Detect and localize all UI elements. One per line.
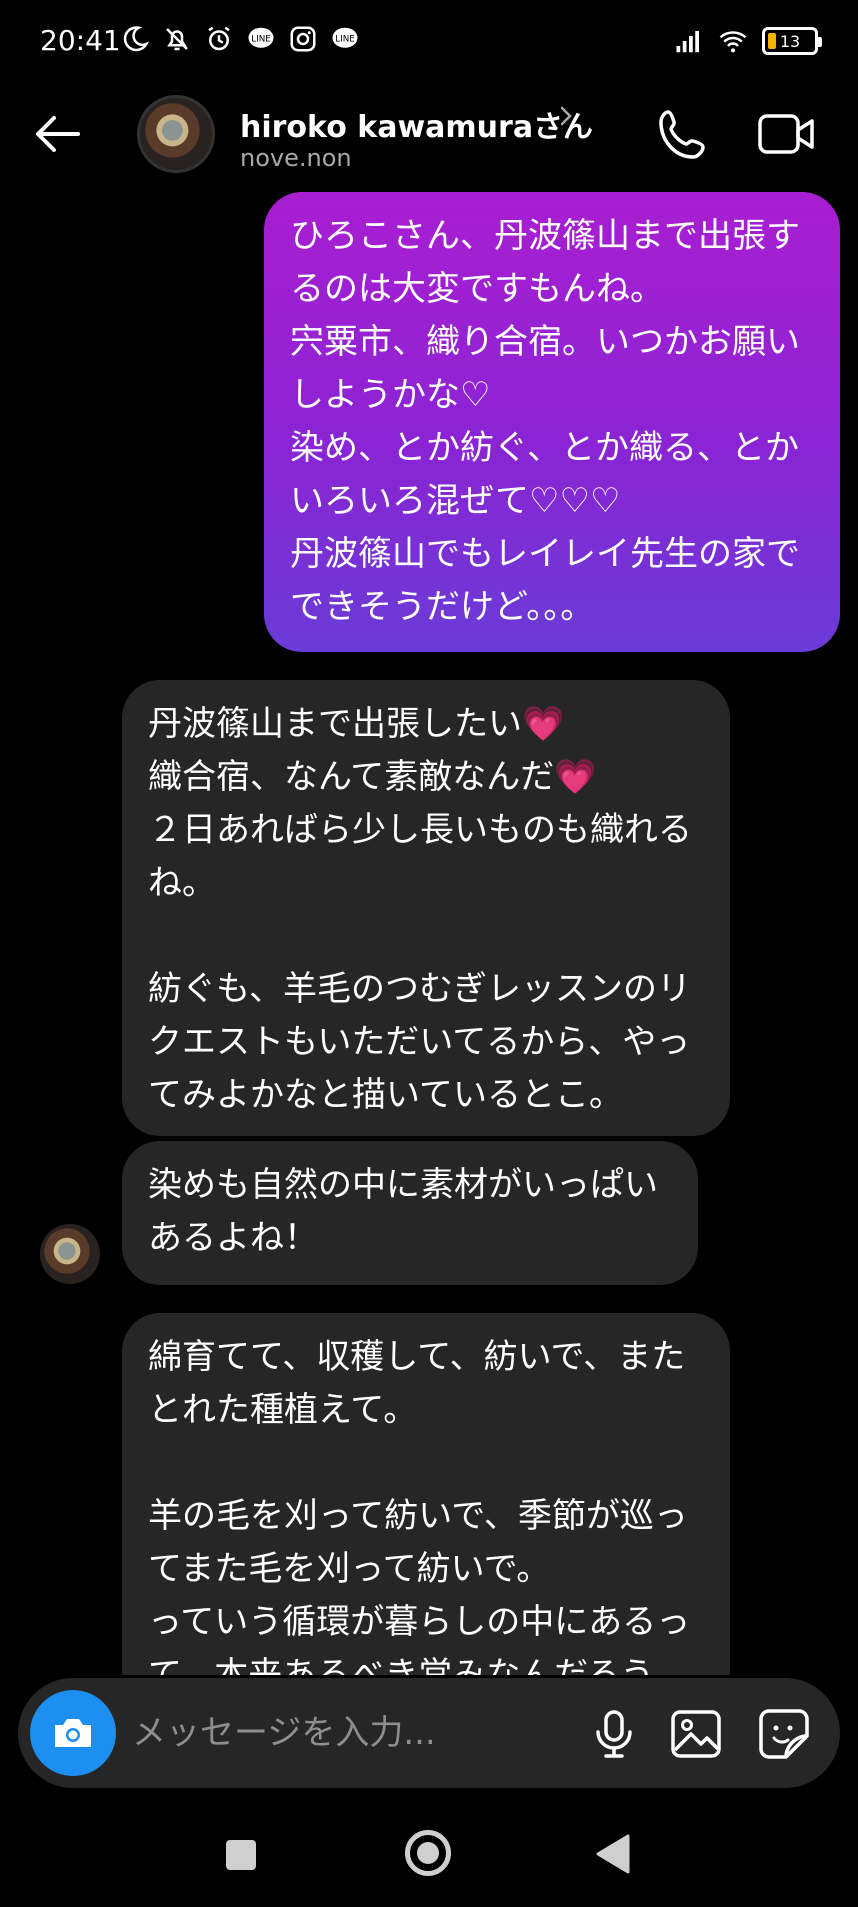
status-icons-right: 13 xyxy=(674,26,822,56)
battery-icon: 13 xyxy=(762,27,822,55)
instagram-icon xyxy=(290,26,316,52)
heart-emoji-icon: 💗 xyxy=(554,757,597,797)
status-bar: 20:41 LINE LINE 13 xyxy=(0,0,858,84)
chevron-right-icon[interactable] xyxy=(556,102,576,130)
heart-emoji-icon: 💗 xyxy=(522,704,565,744)
svg-text:LINE: LINE xyxy=(335,35,355,45)
camera-button[interactable] xyxy=(30,1690,116,1776)
received-line: 丹波篠山まで出張したい xyxy=(148,704,522,744)
microphone-icon[interactable] xyxy=(586,1706,642,1762)
recents-icon[interactable] xyxy=(226,1840,256,1870)
received-line: 織合宿、なんて素敵なんだ xyxy=(148,757,555,797)
wifi-icon xyxy=(719,31,747,53)
sent-message-text: ひろこさん、丹波篠山まで出張するのは大変ですもんね。 宍粟市、織り合宿。いつかお… xyxy=(290,216,800,627)
alarm-icon xyxy=(208,26,230,51)
message-thread[interactable]: ひろこさん、丹波篠山まで出張するのは大変ですもんね。 宍粟市、織り合宿。いつかお… xyxy=(0,160,858,1675)
contact-avatar-small[interactable] xyxy=(40,1224,100,1284)
contact-name[interactable]: hiroko kawamuraさん xyxy=(240,102,593,146)
camera-icon xyxy=(55,1719,91,1747)
received-message-bubble[interactable]: 丹波篠山まで出張したい💗 織合宿、なんて素敵なんだ💗 ２日あればら少し長いものも… xyxy=(122,680,730,1136)
received-message-text: 綿育てて、収穫して、紡いで、またとれた種植えて。 羊の毛を刈って紡いで、季節が巡… xyxy=(148,1337,691,1675)
message-input[interactable] xyxy=(132,1704,572,1762)
sticker-icon[interactable] xyxy=(756,1706,812,1762)
svg-text:LINE: LINE xyxy=(251,35,271,45)
signal-icon xyxy=(676,31,699,53)
line-icon: LINE xyxy=(248,27,274,48)
phone-call-icon[interactable] xyxy=(652,104,714,166)
system-back-icon[interactable] xyxy=(596,1834,632,1874)
notifications-off-icon xyxy=(166,28,188,51)
received-message-bubble[interactable]: 染めも自然の中に素材がいっぱいあるよね！ xyxy=(122,1141,698,1285)
received-line: ２日あればら少し長いものも織れるね。 紡ぐも、羊毛のつむぎレッスンのリクエストも… xyxy=(148,810,692,1115)
back-arrow-icon[interactable] xyxy=(30,104,90,164)
received-message-bubble[interactable]: 綿育てて、収穫して、紡いで、またとれた種植えて。 羊の毛を刈って紡いで、季節が巡… xyxy=(122,1313,730,1675)
received-message-text: 丹波篠山まで出張したい💗 織合宿、なんて素敵なんだ💗 ２日あればら少し長いものも… xyxy=(148,698,704,1122)
status-icons-left: LINE LINE xyxy=(120,24,360,54)
moon-icon xyxy=(123,26,150,52)
battery-level xyxy=(768,33,776,49)
battery-percent: 13 xyxy=(779,31,801,51)
line-icon: LINE xyxy=(332,27,358,48)
status-time: 20:41 xyxy=(40,24,121,57)
video-call-icon[interactable] xyxy=(756,106,818,162)
system-nav-bar xyxy=(0,1800,858,1907)
sent-message-bubble[interactable]: ひろこさん、丹波篠山まで出張するのは大変ですもんね。 宍粟市、織り合宿。いつかお… xyxy=(264,192,840,652)
gallery-icon[interactable] xyxy=(668,1706,724,1762)
home-icon[interactable] xyxy=(405,1830,451,1876)
message-composer xyxy=(18,1678,840,1788)
received-message-text: 染めも自然の中に素材がいっぱいあるよね！ xyxy=(148,1165,658,1258)
